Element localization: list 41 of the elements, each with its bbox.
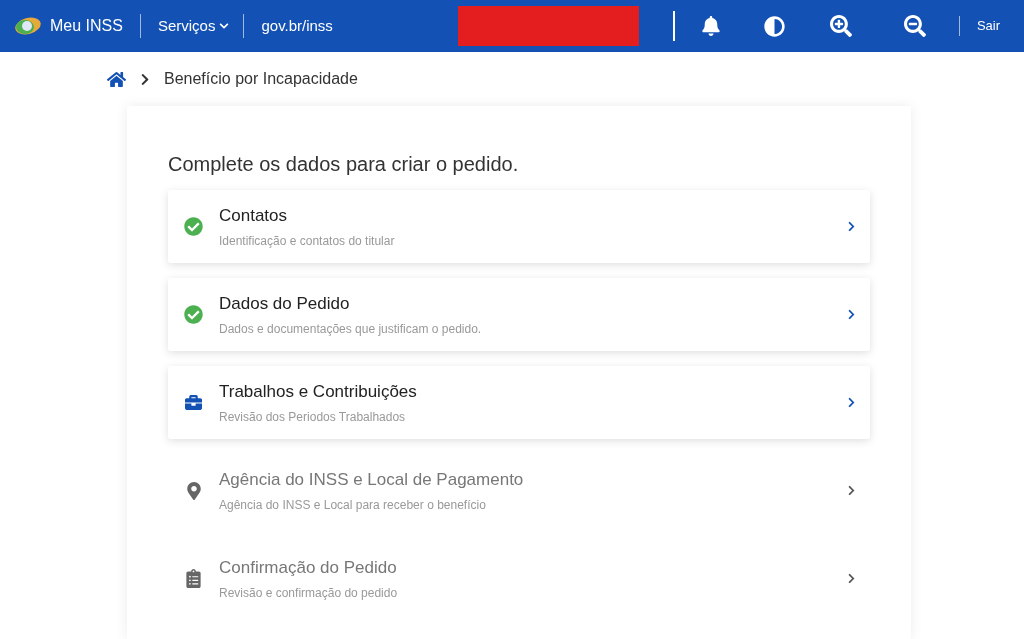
zoom-out-button[interactable] xyxy=(903,15,926,37)
zoom-out-icon xyxy=(903,15,926,37)
step-title: Contatos xyxy=(219,205,289,228)
contrast-icon xyxy=(763,15,785,37)
check-icon xyxy=(184,305,203,324)
logout-link[interactable]: Sair xyxy=(976,16,1000,36)
breadcrumb-current: Benefício por Incapacidade xyxy=(164,69,358,89)
notification-button[interactable] xyxy=(700,16,721,36)
step-item[interactable]: Trabalhos e Contribuições Revisão dos Periodos Trabalhados xyxy=(168,366,870,439)
check-icon xyxy=(184,217,203,236)
gov-link[interactable]: gov.br/inss xyxy=(261,14,333,38)
step-title: Dados do Pedido xyxy=(219,293,351,316)
page-heading: Complete os dados para criar o pedido. xyxy=(168,152,520,177)
services-menu[interactable]: Serviços xyxy=(157,14,230,38)
briefcase-icon xyxy=(184,394,203,411)
chevron-icon xyxy=(847,309,856,320)
chevron-icon xyxy=(847,221,856,232)
step-subtitle: Identificação e contatos do titular xyxy=(219,232,396,250)
step-title: Confirmação do Pedido xyxy=(219,557,398,580)
chevron-icon xyxy=(847,397,856,408)
bell-icon xyxy=(700,16,721,36)
step-subtitle: Revisão dos Periodos Trabalhados xyxy=(219,408,407,426)
step-subtitle: Revisão e confirmação do pedido xyxy=(219,584,399,602)
zoom-in-button[interactable] xyxy=(829,15,852,37)
step-title: Trabalhos e Contribuições xyxy=(219,381,418,404)
chevron-icon xyxy=(847,573,856,584)
chevron-icon xyxy=(140,72,150,86)
brand-name[interactable]: Meu INSS xyxy=(50,14,123,38)
contrast-button[interactable] xyxy=(763,15,785,37)
caret-icon xyxy=(219,21,230,31)
step-subtitle: Agência do INSS e Local para receber o benefício xyxy=(219,496,487,514)
step-subtitle: Dados e documentações que justificam o pedido. xyxy=(219,320,483,338)
home-icon[interactable] xyxy=(107,70,126,88)
step-item[interactable]: Dados do Pedido Dados e documentações que justificam o pedido. xyxy=(168,278,870,351)
clipboard-icon xyxy=(185,569,202,588)
step-title: Agência do INSS e Local de Pagamento xyxy=(219,469,525,492)
chevron-icon xyxy=(847,485,856,496)
step-item[interactable]: Contatos Identificação e contatos do titular xyxy=(168,190,870,263)
location-pin-icon xyxy=(186,481,201,500)
zoom-in-icon xyxy=(829,15,852,37)
logo-icon xyxy=(14,16,42,36)
